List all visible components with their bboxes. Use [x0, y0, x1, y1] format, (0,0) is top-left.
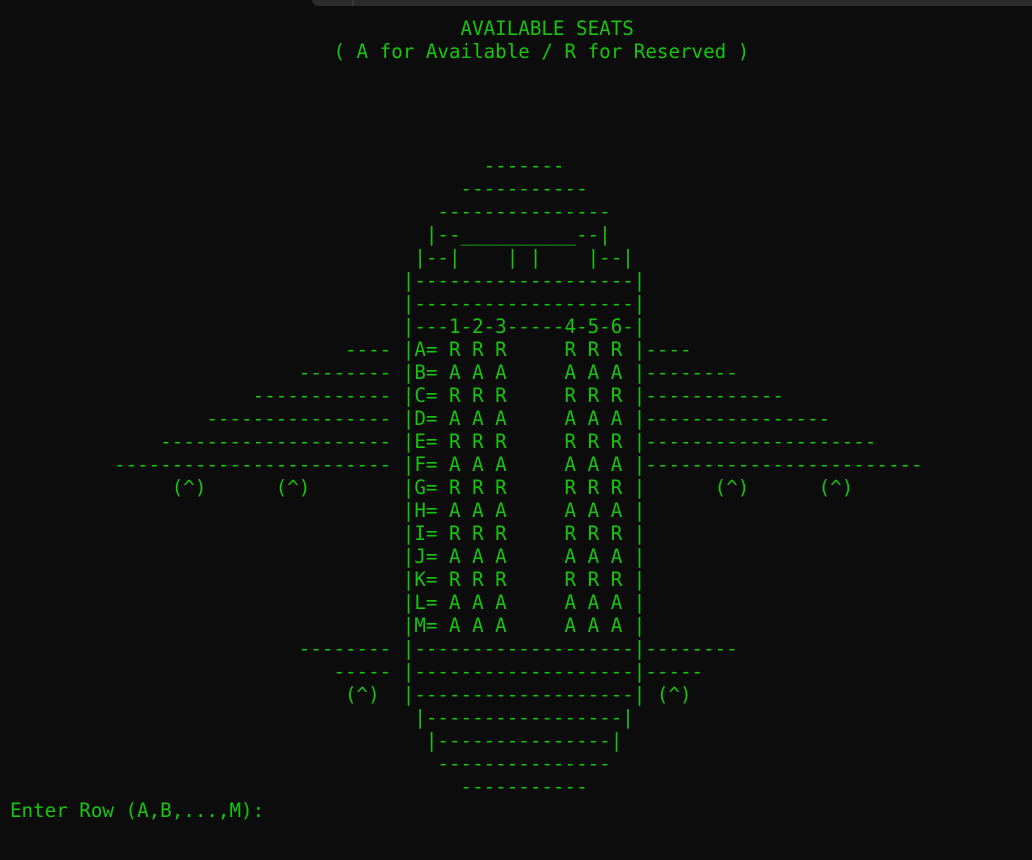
- screen-subtitle: ( A for Available / R for Reserved ): [10, 40, 750, 63]
- terminal-window[interactable]: AVAILABLE SEATS ( A for Available / R fo…: [0, 0, 1032, 860]
- tab-divider: [352, 0, 354, 6]
- tab-strip: [312, 0, 1032, 6]
- text-cursor: [276, 815, 287, 817]
- row-input-prompt[interactable]: Enter Row (A,B,...,M):: [10, 799, 287, 822]
- seat-map-ascii-art: ------- ----------- --------------- |--_…: [113, 154, 923, 798]
- prompt-text: Enter Row (A,B,...,M):: [10, 799, 276, 822]
- screen-title: AVAILABLE SEATS: [10, 17, 634, 40]
